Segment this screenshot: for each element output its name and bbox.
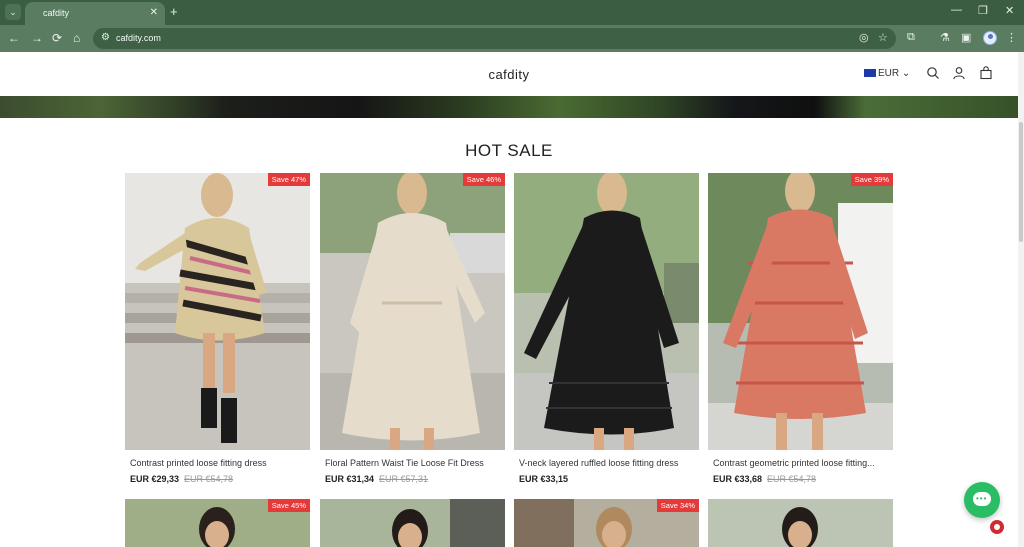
cart-bag-icon[interactable] bbox=[979, 66, 993, 80]
forward-icon[interactable]: → bbox=[31, 31, 43, 45]
tab-title: cafdity bbox=[43, 8, 70, 18]
labs-flask-icon[interactable]: ⚗ bbox=[940, 31, 950, 44]
reload-icon[interactable]: ⟳ bbox=[52, 31, 62, 45]
product-old-price: EUR €54,78 bbox=[767, 474, 817, 484]
product-image[interactable]: Save 47% bbox=[125, 173, 310, 450]
eu-flag-icon bbox=[864, 69, 876, 77]
extensions-icon[interactable]: ⧉ bbox=[907, 31, 915, 44]
product-name[interactable]: Contrast geometric printed loose fitting… bbox=[713, 458, 891, 468]
browser-toolbar: ← → ⟳ ⌂ ⚙ cafdity.com ◎ ☆ ⧉ ⚗ ▣ ⋮ bbox=[0, 25, 1024, 52]
product-card[interactable]: V-neck layered ruffled loose fitting dre… bbox=[514, 173, 699, 484]
location-pin-icon[interactable] bbox=[990, 520, 1004, 534]
restore-button[interactable]: ❐ bbox=[978, 4, 988, 17]
product-image[interactable]: Save 46% bbox=[320, 173, 505, 450]
product-image[interactable] bbox=[514, 173, 699, 450]
product-name[interactable]: Contrast printed loose fitting dress bbox=[130, 458, 308, 468]
browser-tab[interactable]: cafdity ✕ bbox=[25, 2, 165, 25]
eye-off-icon[interactable]: ◎ bbox=[859, 31, 869, 44]
product-price: EUR €29,33 bbox=[130, 474, 180, 484]
browser-tab-bar: ⌄ cafdity ✕ + — ❐ ✕ bbox=[0, 0, 1024, 25]
product-image[interactable]: Save 39% bbox=[708, 173, 893, 450]
back-icon[interactable]: ← bbox=[8, 31, 20, 45]
web-page: cafdity EUR ⌄ HOT SALE Save 47% Contrast… bbox=[0, 52, 1024, 547]
product-card[interactable] bbox=[320, 499, 505, 547]
product-image[interactable] bbox=[320, 499, 505, 547]
minimize-button[interactable]: — bbox=[951, 4, 962, 16]
discount-badge: Save 46% bbox=[462, 173, 505, 186]
chat-button[interactable]: ••• bbox=[964, 482, 1000, 518]
product-card[interactable]: Save 34% bbox=[514, 499, 699, 547]
url-text[interactable]: cafdity.com bbox=[116, 33, 161, 43]
discount-badge: Save 45% bbox=[267, 499, 310, 512]
discount-badge: Save 47% bbox=[267, 173, 310, 186]
chat-bubble-icon: ••• bbox=[976, 494, 988, 503]
product-price: EUR €33,15 bbox=[519, 474, 569, 484]
product-card[interactable]: Save 45% bbox=[125, 499, 310, 547]
scrollbar-thumb[interactable] bbox=[1019, 122, 1023, 242]
bookmark-star-icon[interactable]: ☆ bbox=[878, 31, 888, 44]
page-scrollbar[interactable] bbox=[1018, 52, 1024, 547]
product-name[interactable]: Floral Pattern Waist Tie Loose Fit Dress bbox=[325, 458, 503, 468]
hero-banner-image bbox=[0, 96, 1018, 118]
profile-avatar-icon[interactable] bbox=[983, 31, 997, 45]
new-tab-button[interactable]: + bbox=[170, 5, 178, 18]
section-title: HOT SALE bbox=[465, 141, 553, 160]
tab-search-button[interactable]: ⌄ bbox=[5, 4, 21, 20]
product-name[interactable]: V-neck layered ruffled loose fitting dre… bbox=[519, 458, 697, 468]
product-price: EUR €31,34 bbox=[325, 474, 375, 484]
product-card[interactable]: Save 46% Floral Pattern Waist Tie Loose … bbox=[320, 173, 505, 484]
product-old-price: EUR €54,78 bbox=[184, 474, 234, 484]
product-price: EUR €33,68 bbox=[713, 474, 763, 484]
currency-selector[interactable]: EUR ⌄ bbox=[864, 68, 910, 79]
chevron-down-icon: ⌄ bbox=[901, 68, 911, 79]
sidebar-icon[interactable]: ▣ bbox=[961, 31, 971, 44]
currency-label: EUR bbox=[878, 68, 900, 79]
site-info-icon[interactable]: ⚙ bbox=[101, 32, 110, 43]
product-card[interactable]: Save 47% Contrast printed loose fitting … bbox=[125, 173, 310, 484]
discount-badge: Save 34% bbox=[656, 499, 699, 512]
search-icon[interactable] bbox=[926, 66, 940, 80]
product-image[interactable] bbox=[708, 499, 893, 547]
tab-close-icon[interactable]: ✕ bbox=[150, 7, 158, 18]
product-old-price: EUR €57,31 bbox=[379, 474, 429, 484]
product-card[interactable]: Save 39% Contrast geometric printed loos… bbox=[708, 173, 893, 484]
home-icon[interactable]: ⌂ bbox=[73, 31, 80, 45]
account-icon[interactable] bbox=[952, 66, 966, 80]
product-card[interactable] bbox=[708, 499, 893, 547]
address-bar[interactable]: ⚙ cafdity.com ◎ ☆ bbox=[93, 28, 896, 49]
close-window-button[interactable]: ✕ bbox=[1005, 4, 1014, 17]
discount-badge: Save 39% bbox=[850, 173, 893, 186]
more-menu-icon[interactable]: ⋮ bbox=[1006, 31, 1017, 44]
